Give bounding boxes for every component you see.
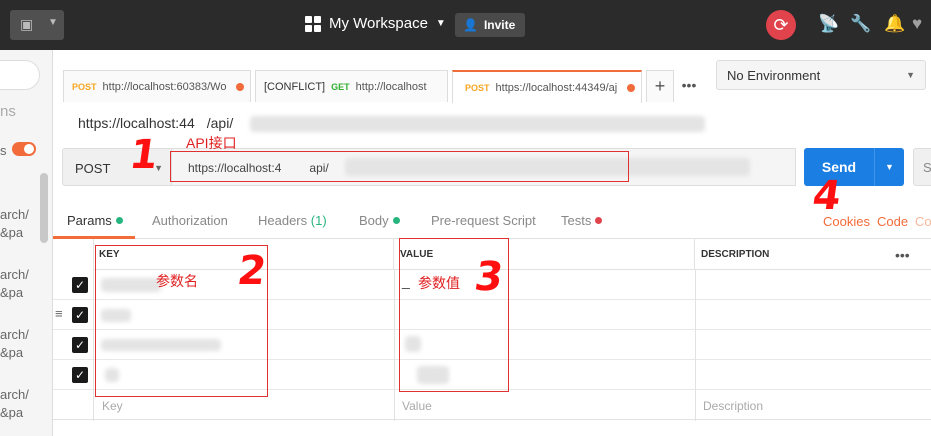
annotation-value-label: 参数值 (418, 275, 460, 291)
request-tab[interactable]: POST http://localhost:60383/Wo (63, 70, 251, 102)
sidebar: ns s arch/ &pa arch/ &pa arch/ &pa arch/… (0, 50, 53, 436)
list-item[interactable]: &pa (0, 225, 23, 240)
add-tab-button[interactable]: + (646, 70, 674, 102)
request-tab[interactable]: [CONFLICT] GET http://localhost (255, 70, 448, 102)
tab-body[interactable]: Body (359, 213, 400, 228)
save-button[interactable]: S (913, 148, 931, 186)
workspace-switcher[interactable]: My Workspace ▼ (305, 15, 446, 32)
request-name-tail: /api/ (206, 115, 234, 131)
annotation-api-label: API接口 (186, 135, 237, 151)
sidebar-search-input[interactable] (0, 60, 40, 90)
heart-icon[interactable]: ♥ (912, 14, 922, 34)
sidebar-scrollbar[interactable] (40, 173, 48, 243)
drag-handle-icon[interactable]: ≡ (55, 307, 63, 320)
tab-label: Tests (561, 213, 592, 228)
satellite-icon[interactable]: 📡 (818, 14, 839, 34)
comments-link[interactable]: Co (915, 214, 931, 229)
tab-label: Pre-request Script (431, 213, 536, 228)
row-checkbox[interactable]: ✓ (72, 367, 88, 383)
request-tab-active[interactable]: POST https://localhost:44349/aj (452, 70, 642, 103)
tab-method: POST (72, 81, 97, 92)
chevron-down-icon: ▼ (906, 70, 915, 80)
tab-headers[interactable]: Headers (1) (258, 213, 327, 228)
list-item[interactable]: &pa (0, 285, 23, 300)
unsaved-dot (627, 84, 635, 92)
new-button[interactable]: ▣ ▼ (10, 10, 64, 40)
workspace-grid-icon (305, 15, 321, 32)
row-checkbox[interactable]: ✓ (72, 337, 88, 353)
tab-url: http://localhost:60383/Wo (102, 80, 227, 93)
tab-label: Body (359, 213, 389, 228)
invite-button[interactable]: 👤 Invite (455, 13, 525, 37)
list-item[interactable]: &pa (0, 345, 23, 360)
column-divider (695, 270, 696, 421)
tab-label: Headers (258, 213, 308, 228)
tab-tests[interactable]: Tests (561, 213, 603, 228)
description-input[interactable]: Description (703, 399, 763, 413)
more-options-icon[interactable]: ••• (895, 247, 910, 263)
chevron-down-icon: ▼ (435, 18, 446, 29)
list-item[interactable]: arch/ (0, 207, 29, 222)
send-options-button[interactable]: ▼ (874, 148, 904, 186)
row-checkbox[interactable]: ✓ (72, 277, 88, 293)
status-dot (115, 217, 123, 224)
unsaved-dot (236, 83, 244, 91)
tab-label: Authorization (152, 213, 228, 228)
bell-icon[interactable]: 🔔 (884, 14, 905, 34)
request-tabs: POST http://localhost:60383/Wo [CONFLICT… (53, 58, 708, 103)
tab-authorization[interactable]: Authorization (152, 213, 228, 228)
tab-label: Params (67, 213, 112, 228)
chevron-down-icon: ▼ (48, 17, 58, 28)
invite-label: Invite (483, 18, 516, 32)
workspace-name: My Workspace (329, 15, 428, 32)
status-dot (595, 217, 603, 224)
environment-label: No Environment (727, 68, 821, 83)
code-link[interactable]: Code (877, 214, 908, 229)
list-item[interactable]: arch/ (0, 327, 29, 342)
sidebar-tab-label[interactable]: ns (0, 103, 16, 120)
tab-method: POST (465, 82, 490, 93)
new-icon: ▣ (20, 16, 34, 32)
annotation-box-url (170, 151, 629, 182)
tab-method: GET (331, 81, 350, 92)
sync-icon[interactable]: ⟳ (766, 10, 796, 40)
list-item[interactable]: arch/ (0, 267, 29, 282)
request-name[interactable]: https://localhost:44/api/ (78, 115, 233, 131)
top-bar: ▣ ▼ My Workspace ▼ 👤 Invite ⟳ 📡 🔧 🔔 ♥ (0, 0, 931, 50)
sidebar-toggle-label: s (0, 143, 7, 158)
more-tabs-icon[interactable]: ••• (675, 70, 703, 102)
column-divider (394, 270, 395, 421)
wrench-icon[interactable]: 🔧 (850, 14, 871, 34)
tab-url: https://localhost:44349/aj (495, 81, 618, 94)
key-input[interactable]: Key (102, 399, 123, 413)
tab-conflict-label: [CONFLICT] (264, 80, 326, 93)
headers-count: (1) (310, 213, 327, 228)
value-input[interactable]: Value (402, 399, 432, 413)
tab-prerequest-script[interactable]: Pre-request Script (431, 213, 536, 228)
list-item[interactable]: arch/ (0, 387, 29, 402)
annotation-key-label: 参数名 (156, 273, 198, 289)
list-item[interactable]: &pa (0, 405, 23, 420)
annotation-value-prefix: _ (402, 273, 410, 289)
environment-select[interactable]: No Environment ▼ (716, 60, 926, 90)
tab-url: http://localhost (355, 80, 427, 93)
status-dot (392, 217, 400, 224)
sidebar-toggle[interactable] (12, 142, 36, 156)
request-subtabs: Params Authorization Headers (1) Body Pr… (53, 205, 931, 239)
request-name-start: https://localhost:44 (78, 115, 195, 131)
add-user-icon: 👤 (463, 18, 478, 32)
row-checkbox[interactable]: ✓ (72, 307, 88, 323)
tab-params[interactable]: Params (67, 213, 123, 228)
redacted-block (250, 116, 705, 132)
method-label: POST (75, 161, 111, 176)
